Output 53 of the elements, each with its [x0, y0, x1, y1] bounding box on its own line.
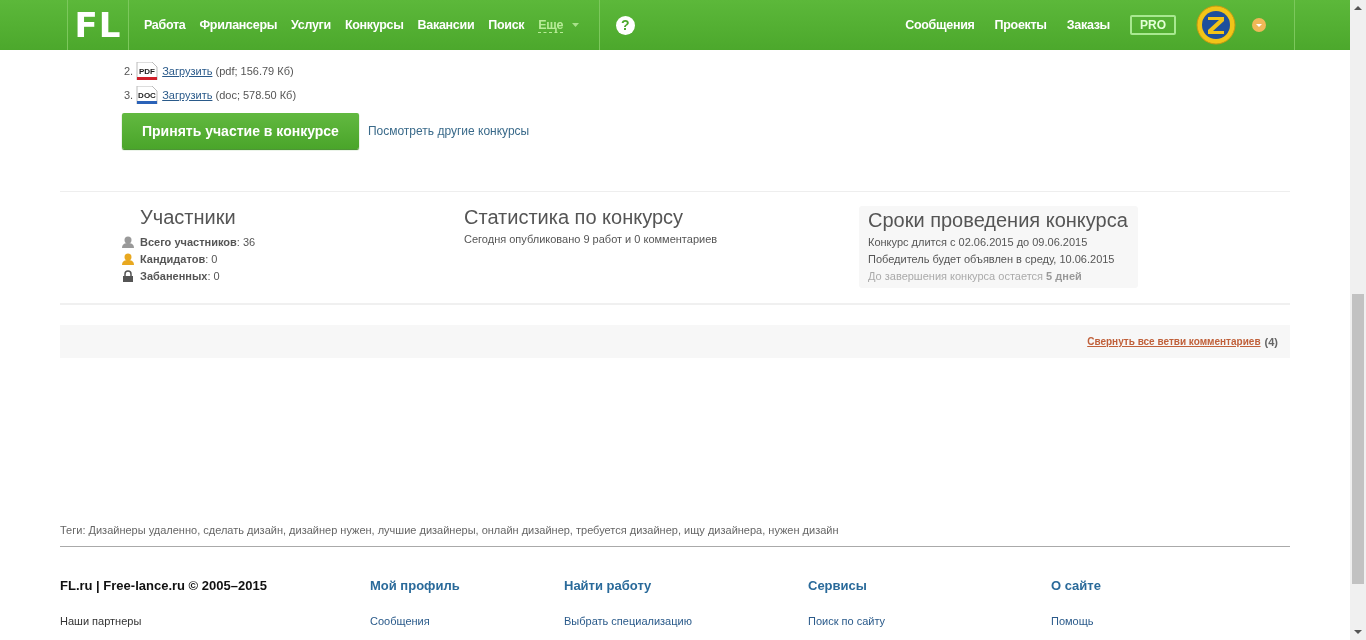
- scrollbar[interactable]: [1350, 0, 1366, 640]
- list-number: 2.: [124, 65, 134, 77]
- nav-dropdown[interactable]: Еще: [538, 17, 580, 33]
- footer-link[interactable]: Поиск по сайту: [808, 615, 1051, 627]
- stat-text: Забаненных: 0: [140, 269, 220, 282]
- file-icon: PDF: [136, 62, 159, 80]
- footer-link[interactable]: Наши партнеры: [60, 615, 370, 627]
- nav-link[interactable]: Сообщения: [905, 18, 975, 32]
- collapse-comments-link[interactable]: Свернуть все ветви комментариев: [1087, 336, 1261, 347]
- stat-text: Всего участников: 36: [140, 235, 256, 248]
- nav-link[interactable]: Проекты: [994, 18, 1047, 32]
- nav-link[interactable]: Поиск: [488, 18, 525, 32]
- comment-count: (4): [1264, 335, 1278, 348]
- lock-icon: [122, 269, 134, 282]
- footer-link[interactable]: Выбрать специализацию: [564, 615, 808, 627]
- avatar-icon[interactable]: [1196, 5, 1236, 45]
- footer-link[interactable]: Сообщения: [370, 615, 564, 627]
- join-contest-button[interactable]: Принять участие в конкурсе: [122, 113, 359, 149]
- footer-link[interactable]: Помощь: [1051, 615, 1101, 627]
- section-title: Сроки проведения конкурса: [868, 209, 1128, 232]
- section-title: Участники: [139, 206, 237, 229]
- footer-heading: Найти работу: [564, 578, 653, 593]
- nav-link[interactable]: Заказы: [1066, 18, 1110, 32]
- file-info: (pdf; 156.79 Кб): [214, 65, 294, 77]
- copyright-text: FL.ru | Free-lance.ru © 2005–2015: [60, 578, 268, 593]
- other-contests-link[interactable]: Посмотреть другие конкурсы: [367, 124, 530, 138]
- list-number: 3.: [124, 89, 134, 101]
- caret-icon: [572, 23, 580, 27]
- file-info: (doc; 578.50 Кб): [214, 89, 297, 101]
- help-button[interactable]: ?: [615, 15, 635, 35]
- file-icon: DOC: [136, 86, 159, 104]
- footer-heading: Сервисы: [808, 578, 868, 593]
- download-link[interactable]: Загрузить: [162, 89, 213, 101]
- footer-heading: О сайте: [1051, 578, 1101, 593]
- dropdown-icon[interactable]: [1252, 18, 1266, 32]
- download-link[interactable]: Загрузить: [162, 65, 213, 77]
- user-icon: [122, 235, 134, 248]
- nav-link[interactable]: Вакансии: [417, 18, 475, 32]
- dates-text: Конкурс длится с 02.06.2015 до 09.06.2015: [868, 235, 1089, 250]
- logo[interactable]: FL: [67, 0, 129, 50]
- tags-text: Теги: Дизайнеры удаленно, сделать дизайн, дизайнер нужен, лучшие дизайнеры, онлайн дизайнер, требуется дизайнер, ищу дизайнера, нужен дизайн: [60, 524, 840, 536]
- section-title: Статистика по конкурсу: [464, 206, 685, 229]
- footer-heading: Мой профиль: [370, 578, 461, 593]
- dates-text: Победитель будет объявлен в среду, 10.06.2015: [868, 252, 1116, 267]
- statistics-text: Сегодня опубликовано 9 работ и 0 комментариев: [464, 232, 719, 247]
- nav-link[interactable]: Конкурсы: [344, 18, 404, 32]
- nav-link[interactable]: Работа: [144, 18, 186, 32]
- stat-text: Кандидатов: 0: [140, 252, 218, 265]
- user-icon: [122, 252, 134, 265]
- nav-link[interactable]: Услуги: [291, 18, 331, 32]
- remaining-text: До завершения конкурса остается 5 дней: [868, 269, 1083, 284]
- nav-link[interactable]: Фрилансеры: [199, 18, 278, 32]
- pro-badge[interactable]: PRO: [1130, 15, 1176, 35]
